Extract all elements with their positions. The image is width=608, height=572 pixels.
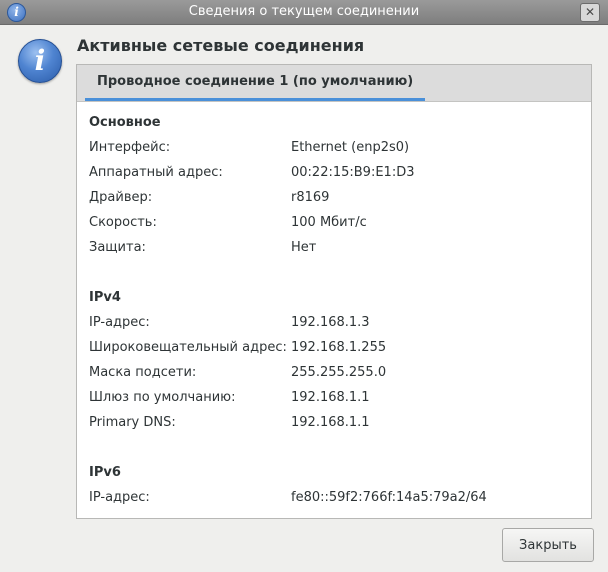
row-label: Интерфейс: [89,140,171,155]
info-row: Маска подсети: 255.255.255.0 [89,365,579,385]
row-label: IP-адрес: [89,490,150,505]
info-row: Широковещательный адрес: 192.168.1.255 [89,340,579,360]
row-label: Широковещательный адрес: [89,340,287,355]
row-label: Шлюз по умолчанию: [89,390,236,405]
info-row: Защита: Нет [89,240,579,260]
page-title: Активные сетевые соединения [77,36,365,55]
row-label: Primary DNS: [89,415,176,430]
info-row: Драйвер: r8169 [89,190,579,210]
info-row: Primary DNS: 192.168.1.1 [89,415,579,435]
row-label: Драйвер: [89,190,153,205]
connection-panel: Проводное соединение 1 (по умолчанию) Ос… [76,64,592,519]
row-label: IP-адрес: [89,315,150,330]
row-value: Ethernet (enp2s0) [291,140,410,155]
info-row: Интерфейс: Ethernet (enp2s0) [89,140,579,160]
tab-bar: Проводное соединение 1 (по умолчанию) [77,65,591,102]
row-value: 192.168.1.1 [291,390,370,405]
row-value: fe80::59f2:766f:14a5:79a2/64 [291,490,487,505]
section-title-ipv4: IPv4 [89,290,121,305]
row-value: 00:22:15:B9:E1:D3 [291,165,415,180]
close-button[interactable]: Закрыть [502,528,594,562]
dialog-window: i Сведения о текущем соединении ✕ i Акти… [0,0,608,572]
title-bar[interactable]: i Сведения о текущем соединении ✕ [0,0,608,25]
info-row: IP-адрес: 192.168.1.3 [89,315,579,335]
section-title-basic: Основное [89,115,161,130]
row-value: r8169 [291,190,330,205]
row-value: 192.168.1.1 [291,415,370,430]
row-label: Скорость: [89,215,157,230]
info-row: IP-адрес: fe80::59f2:766f:14a5:79a2/64 [89,490,579,510]
row-value: Нет [291,240,317,255]
row-value: 100 Мбит/с [291,215,367,230]
row-label: Аппаратный адрес: [89,165,223,180]
row-label: Защита: [89,240,146,255]
window-title: Сведения о текущем соединении [188,4,420,19]
info-row: Аппаратный адрес: 00:22:15:B9:E1:D3 [89,165,579,185]
row-label: Маска подсети: [89,365,197,380]
info-icon: i [18,39,62,83]
row-value: 192.168.1.3 [291,315,370,330]
row-value: 255.255.255.0 [291,365,387,380]
section-title-ipv6: IPv6 [89,465,121,480]
close-icon[interactable]: ✕ [580,3,600,22]
info-row: Скорость: 100 Мбит/с [89,215,579,235]
row-value: 192.168.1.255 [291,340,387,355]
info-row: Шлюз по умолчанию: 192.168.1.1 [89,390,579,410]
tab-wired-connection-1[interactable]: Проводное соединение 1 (по умолчанию) [85,65,426,101]
